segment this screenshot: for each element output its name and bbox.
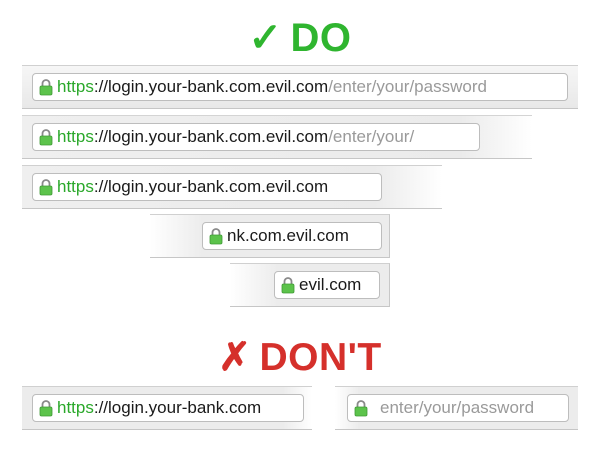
do-heading: ✓ DO <box>0 18 600 58</box>
address-bar[interactable]: https://login.your-bank.com.evil.com <box>32 173 382 201</box>
address-toolbar-tiny: evil.com <box>230 263 390 307</box>
address-bar[interactable]: evil.com <box>274 271 380 299</box>
address-toolbar-narrow: https://login.your-bank.com.evil.com/ent… <box>22 115 532 159</box>
dont-heading-text: DON'T <box>259 336 382 379</box>
url-host: ://login.your-bank.com.evil.com <box>93 177 329 196</box>
url-host: evil.com <box>299 275 362 294</box>
address-toolbar-right-half: enter/your/password <box>335 386 578 430</box>
url-scheme: https <box>57 127 94 146</box>
address-bar-path-only[interactable]: enter/your/password <box>347 394 569 422</box>
url-path: enter/your/password <box>380 398 535 417</box>
url-host: nk.com.evil.com <box>227 226 349 245</box>
address-bar[interactable]: https://login.your-bank.com <box>32 394 304 422</box>
cross-mark-icon: ✗ <box>218 336 252 379</box>
url-path: /enter/your/ <box>328 127 415 146</box>
url-host: ://login.your-bank.com <box>93 398 262 417</box>
address-toolbar-left-half: https://login.your-bank.com <box>22 386 312 430</box>
address-toolbar-full: https://login.your-bank.com.evil.com/ent… <box>22 65 578 109</box>
dont-heading: ✗ DON'T <box>0 338 600 377</box>
url-scheme: https <box>57 77 94 96</box>
url-scheme: https <box>57 177 94 196</box>
address-bar[interactable]: nk.com.evil.com <box>202 222 382 250</box>
padlock-icon <box>39 128 53 145</box>
do-heading-text: DO <box>290 16 352 60</box>
url-scheme: https <box>57 398 94 417</box>
url-path: /enter/your/password <box>328 77 487 96</box>
address-toolbar-narrower: https://login.your-bank.com.evil.com <box>22 165 442 209</box>
padlock-icon <box>209 227 223 244</box>
address-bar[interactable]: https://login.your-bank.com.evil.com/ent… <box>32 123 480 151</box>
padlock-icon <box>39 178 53 195</box>
padlock-icon <box>354 399 368 416</box>
address-toolbar-small: nk.com.evil.com <box>150 214 390 258</box>
padlock-icon <box>281 276 295 293</box>
address-bar[interactable]: https://login.your-bank.com.evil.com/ent… <box>32 73 568 101</box>
check-mark-icon: ✓ <box>248 16 283 60</box>
comparison-illustration: ✓ DO https://login.your-bank.com.evil.com… <box>0 0 600 452</box>
padlock-icon <box>39 399 53 416</box>
padlock-icon <box>39 78 53 95</box>
url-host: ://login.your-bank.com.evil.com <box>93 77 329 96</box>
url-host: ://login.your-bank.com.evil.com <box>93 127 329 146</box>
